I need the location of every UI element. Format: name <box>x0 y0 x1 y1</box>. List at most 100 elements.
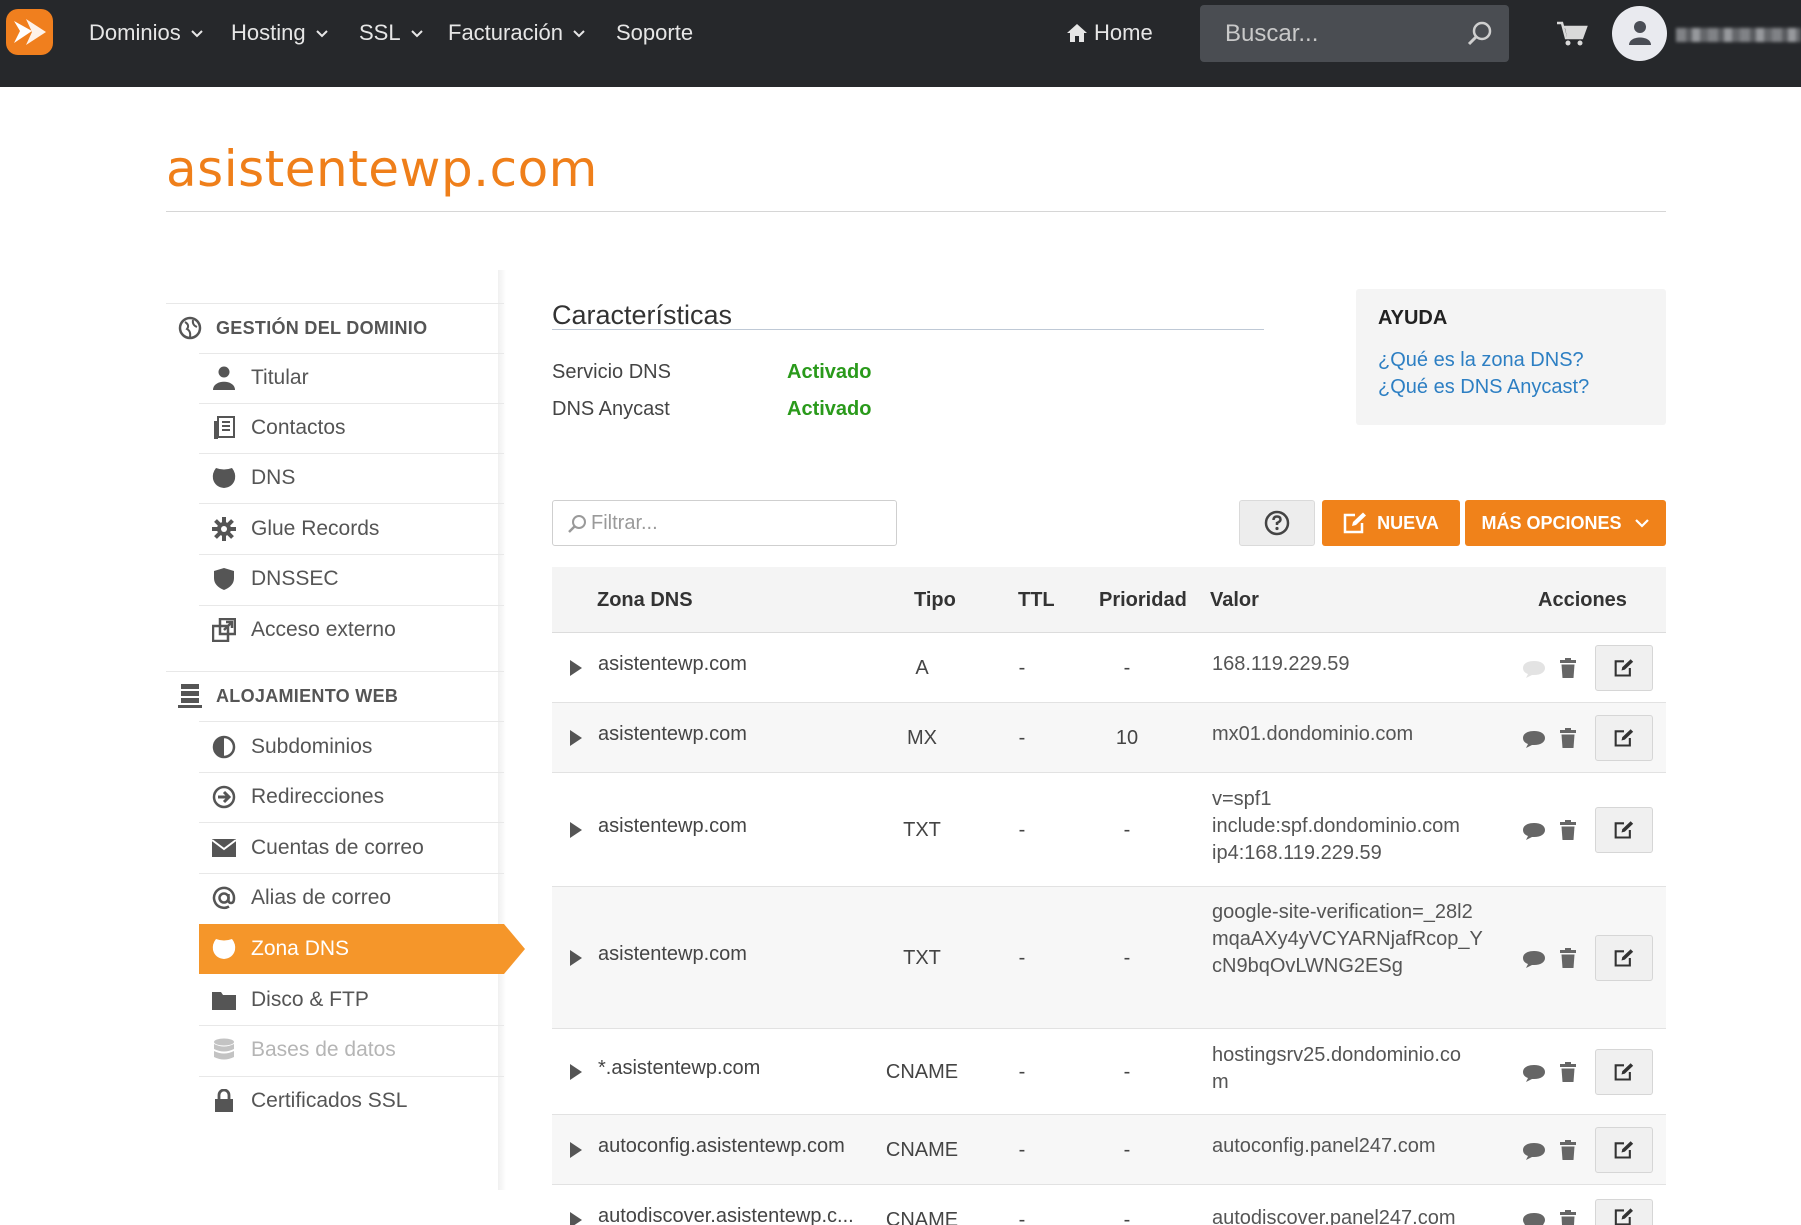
sidebar-item-dns[interactable]: DNS <box>199 453 504 503</box>
edit-button[interactable] <box>1595 1199 1653 1225</box>
trash-icon[interactable] <box>1559 1209 1577 1225</box>
column-header-tipo[interactable]: Tipo <box>914 589 956 612</box>
sidebar-item-label: Disco & FTP <box>251 988 369 1011</box>
search-icon <box>568 515 586 533</box>
sidebar-item-glue-records[interactable]: Glue Records <box>199 504 504 554</box>
valor-cell: autoconfig.panel247.com <box>1212 1135 1436 1157</box>
new-record-button[interactable]: NUEVA <box>1322 500 1460 546</box>
help-link-zona-dns[interactable]: ¿Qué es la zona DNS? <box>1378 349 1584 372</box>
sidebar-item-disco-ftp[interactable]: Disco & FTP <box>199 975 504 1025</box>
trash-icon[interactable] <box>1559 657 1577 679</box>
filter-input[interactable] <box>591 501 881 545</box>
edit-button[interactable] <box>1595 1127 1653 1173</box>
dns-icon <box>211 936 237 962</box>
more-options-button[interactable]: MÁS OPCIONES <box>1465 500 1666 546</box>
expand-row-icon[interactable] <box>570 1212 582 1225</box>
user-avatar[interactable] <box>1612 6 1667 61</box>
comment-icon[interactable] <box>1522 1211 1546 1225</box>
valor-cell: mx01.dondominio.com <box>1212 723 1414 745</box>
comment-icon[interactable] <box>1522 659 1546 679</box>
edit-button[interactable] <box>1595 645 1653 691</box>
trash-icon[interactable] <box>1559 819 1577 841</box>
edit-button[interactable] <box>1595 1049 1653 1095</box>
expand-row-icon[interactable] <box>570 1064 582 1080</box>
table-row: autoconfig.asistentewp.com CNAME - - aut… <box>552 1115 1666 1185</box>
dns-icon <box>211 465 237 491</box>
expand-row-icon[interactable] <box>570 660 582 676</box>
nav-hosting[interactable]: Hosting <box>231 18 330 48</box>
edit-icon <box>1614 659 1634 677</box>
help-button[interactable] <box>1239 500 1315 546</box>
edit-icon <box>1343 512 1367 534</box>
edit-button[interactable] <box>1595 935 1653 981</box>
feature-status: Activado <box>787 398 872 420</box>
brand-logo[interactable] <box>6 9 53 55</box>
sidebar-section-domain: GESTIÓN DEL DOMINIO <box>178 313 427 343</box>
table-header: Zona DNS Tipo TTL Prioridad Valor Accion… <box>552 567 1666 633</box>
prioridad-cell: - <box>1123 1209 1131 1225</box>
sidebar-item-zona-dns[interactable]: Zona DNS <box>199 924 525 974</box>
comment-icon[interactable] <box>1522 949 1546 969</box>
sidebar-item-label: Redirecciones <box>251 785 385 808</box>
sidebar-item-alias-correo[interactable]: Alias de correo <box>199 873 504 923</box>
search-icon[interactable] <box>1467 21 1493 47</box>
comment-icon[interactable] <box>1522 729 1546 749</box>
user-name-blurred[interactable] <box>1676 28 1801 42</box>
sidebar-item-label: DNSSEC <box>251 567 339 590</box>
expand-row-icon[interactable] <box>570 822 582 838</box>
at-icon <box>211 885 237 911</box>
sidebar-item-redirecciones[interactable]: Redirecciones <box>199 772 504 822</box>
ttl-cell: - <box>1018 1209 1026 1225</box>
ttl-cell: - <box>1018 1139 1026 1161</box>
sidebar-item-acceso-externo[interactable]: Acceso externo <box>199 605 504 655</box>
column-header-prioridad[interactable]: Prioridad <box>1099 589 1187 612</box>
nav-home-label: Home <box>1094 20 1153 45</box>
nav-home[interactable]: Home <box>1066 18 1153 48</box>
chevron-down-icon <box>190 30 203 38</box>
chevron-down-icon <box>573 30 585 38</box>
nav-facturacion[interactable]: Facturación <box>448 18 587 48</box>
expand-row-icon[interactable] <box>570 730 582 746</box>
feature-status: Activado <box>787 361 872 383</box>
sidebar-divider <box>166 303 504 304</box>
table-row: autodiscover.asistentewp.c... CNAME - - … <box>552 1185 1666 1225</box>
sidebar-item-certificados-ssl[interactable]: Certificados SSL <box>199 1076 504 1126</box>
help-link-dns-anycast[interactable]: ¿Qué es DNS Anycast? <box>1378 376 1589 399</box>
cart-icon[interactable] <box>1556 20 1588 48</box>
column-header-valor[interactable]: Valor <box>1210 589 1259 612</box>
edit-icon <box>1614 949 1634 967</box>
sidebar-item-dnssec[interactable]: DNSSEC <box>199 554 504 604</box>
user-icon <box>211 365 237 391</box>
sidebar-item-label: Contactos <box>251 416 346 439</box>
sidebar-item-label: Glue Records <box>251 517 380 540</box>
valor-cell: autodiscover.panel247.com <box>1212 1207 1456 1225</box>
nav-soporte[interactable]: Soporte <box>616 18 693 48</box>
edit-button[interactable] <box>1595 807 1653 853</box>
sidebar-item-contactos[interactable]: Contactos <box>199 403 504 453</box>
zona-cell: autoconfig.asistentewp.com <box>598 1135 845 1157</box>
column-header-ttl[interactable]: TTL <box>1018 589 1055 612</box>
sidebar-item-titular[interactable]: Titular <box>199 353 504 403</box>
comment-icon[interactable] <box>1522 821 1546 841</box>
features-title: Características <box>552 300 733 330</box>
search-input[interactable] <box>1200 5 1450 62</box>
trash-icon[interactable] <box>1559 1061 1577 1083</box>
expand-row-icon[interactable] <box>570 1142 582 1158</box>
shield-icon <box>211 566 237 592</box>
comment-icon[interactable] <box>1522 1063 1546 1083</box>
nav-ssl[interactable]: SSL <box>359 18 425 48</box>
sidebar-item-subdominios[interactable]: Subdominios <box>199 722 504 772</box>
trash-icon[interactable] <box>1559 947 1577 969</box>
prioridad-cell: - <box>1123 1061 1131 1083</box>
edit-button[interactable] <box>1595 715 1653 761</box>
trash-icon[interactable] <box>1559 1139 1577 1161</box>
nav-ssl-label: SSL <box>359 20 401 45</box>
table-row: *.asistentewp.com CNAME - - hostingsrv25… <box>552 1029 1666 1115</box>
column-header-zona[interactable]: Zona DNS <box>597 589 693 612</box>
expand-row-icon[interactable] <box>570 950 582 966</box>
half-circle-icon <box>211 734 237 760</box>
comment-icon[interactable] <box>1522 1141 1546 1161</box>
trash-icon[interactable] <box>1559 727 1577 749</box>
nav-dominios[interactable]: Dominios <box>89 18 205 48</box>
sidebar-item-cuentas-correo[interactable]: Cuentas de correo <box>199 823 504 873</box>
